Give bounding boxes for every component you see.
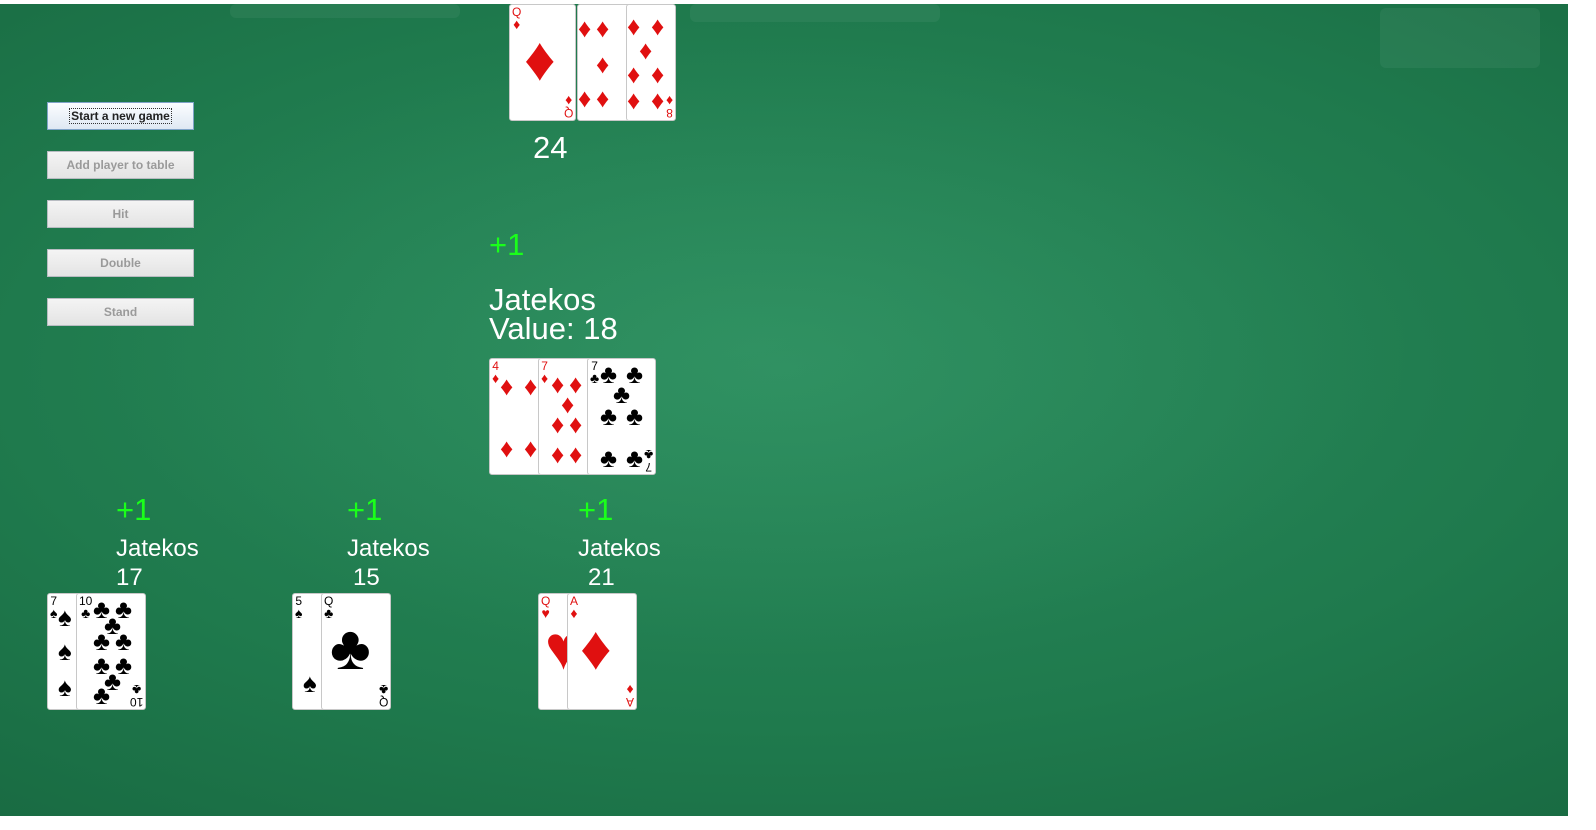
- playing-card: Q ♦ ♦ Q ♦: [509, 4, 576, 121]
- start-new-game-button[interactable]: Start a new game: [47, 102, 194, 130]
- player-hand-value: 17: [116, 564, 143, 591]
- hit-button[interactable]: Hit: [47, 200, 194, 228]
- player-name: Jatekos: [116, 535, 199, 562]
- player-hand-value: 21: [588, 564, 615, 591]
- player-name: Jatekos: [347, 535, 430, 562]
- playing-card: 7 ♣ ♣ ♣ ♣ ♣ ♣ ♣ ♣ 7 ♣: [587, 358, 656, 475]
- playing-card: 10 ♣ ♣ ♣ ♣ ♣ ♣ ♣ ♣ ♣ ♣ 10 ♣: [76, 593, 146, 710]
- player-hand-value: 15: [353, 564, 380, 591]
- double-button[interactable]: Double: [47, 249, 194, 277]
- background-shape: [690, 4, 940, 22]
- playing-card: Q ♣ ♣ Q ♣: [321, 593, 391, 710]
- stand-button[interactable]: Stand: [47, 298, 194, 326]
- blackjack-table: Start a new game Add player to table Hit…: [0, 4, 1568, 816]
- background-shape: [230, 4, 460, 18]
- player-score: +1: [489, 227, 525, 262]
- player-score: +1: [116, 492, 152, 527]
- player-score: +1: [347, 492, 383, 527]
- dealer-value: 24: [533, 130, 568, 165]
- player-hand-value: Value: 18: [489, 311, 618, 346]
- background-shape: [1380, 8, 1540, 68]
- playing-card: A ♦ ♦ A ♦: [567, 593, 637, 710]
- add-player-button[interactable]: Add player to table: [47, 151, 194, 179]
- playing-card: ♦ ♦ ♦ ♦ ♦ ♦ ♦ 8 ♦: [626, 4, 676, 121]
- player-score: +1: [578, 492, 614, 527]
- player-name: Jatekos: [578, 535, 661, 562]
